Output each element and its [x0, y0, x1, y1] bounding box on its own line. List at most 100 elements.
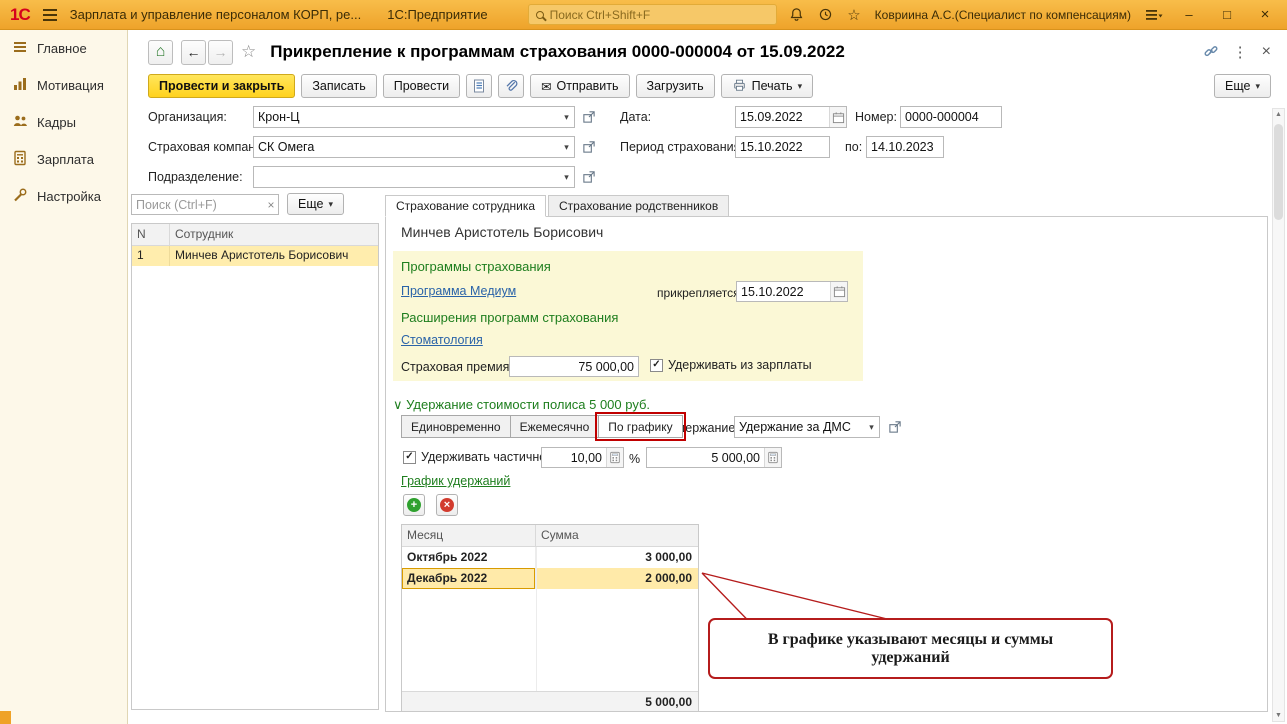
tab-relatives-insurance[interactable]: Страхование родственников — [548, 195, 730, 217]
save-button[interactable]: Записать — [301, 74, 377, 98]
main-menu-icon[interactable] — [42, 8, 58, 22]
chevron-down-icon[interactable]: ▾ — [559, 137, 574, 157]
date-input[interactable] — [736, 110, 829, 124]
calculator-icon[interactable] — [606, 448, 623, 467]
copy-link-icon[interactable] — [1203, 44, 1219, 60]
delete-row-button[interactable]: × — [436, 494, 458, 516]
mode-schedule-button[interactable]: По графику — [595, 412, 686, 441]
column-header-employee[interactable]: Сотрудник — [170, 224, 378, 245]
tab-employee-insurance[interactable]: Страхование сотрудника — [385, 195, 547, 217]
employee-search-field[interactable]: × — [131, 194, 279, 215]
forward-button[interactable]: → — [208, 39, 233, 65]
sidebar-item-main[interactable]: Главное — [0, 30, 127, 67]
post-and-close-button[interactable]: Провести и закрыть — [148, 74, 296, 98]
withhold-from-salary-checkbox[interactable]: ✓ Удерживать из зарплаты — [650, 358, 812, 372]
notifications-bell-icon[interactable] — [789, 7, 804, 22]
global-search[interactable] — [527, 4, 778, 25]
more-menu-icon[interactable]: ⋮ — [1233, 43, 1248, 61]
schedule-link[interactable]: График удержаний — [401, 474, 510, 488]
close-form-icon[interactable]: × — [1262, 43, 1271, 61]
insurer-input[interactable] — [254, 140, 559, 154]
fixed-amount-input[interactable] — [647, 450, 764, 465]
withhold-partially-checkbox[interactable]: ✓ Удерживать частично — [403, 450, 546, 464]
insurer-open-icon[interactable] — [580, 138, 598, 156]
chevron-down-icon[interactable]: ▾ — [864, 417, 879, 437]
sidebar-item-label: Настройка — [37, 189, 101, 204]
date-field[interactable] — [735, 106, 847, 128]
scroll-down-icon[interactable]: ▼ — [1273, 712, 1284, 719]
deduction-open-icon[interactable] — [886, 418, 904, 436]
window-close-button[interactable]: × — [1253, 6, 1277, 23]
column-header-month[interactable]: Месяц — [402, 525, 536, 546]
organization-input[interactable] — [254, 110, 559, 124]
period-to-input[interactable] — [867, 140, 943, 154]
bar-chart-icon — [12, 76, 28, 95]
sidebar-item-motivation[interactable]: Мотивация — [0, 67, 127, 104]
column-header-sum[interactable]: Сумма — [536, 525, 698, 546]
program-link[interactable]: Программа Медиум — [401, 284, 516, 298]
current-user[interactable]: Ковриина А.С.(Специалист по компенсациям… — [875, 8, 1131, 22]
clear-search-icon[interactable]: × — [264, 198, 278, 212]
period-to-field[interactable] — [866, 136, 944, 158]
back-button[interactable]: ← — [181, 39, 206, 65]
global-search-input[interactable] — [549, 7, 770, 22]
scroll-up-icon[interactable]: ▲ — [1273, 111, 1284, 118]
period-from-field[interactable] — [735, 136, 830, 158]
fixed-amount-field[interactable] — [646, 447, 782, 468]
favorite-star-icon[interactable]: ☆ — [241, 42, 256, 62]
window-minimize-button[interactable]: – — [1177, 7, 1201, 22]
number-field[interactable] — [900, 106, 1002, 128]
attachments-paperclip-button[interactable] — [498, 74, 525, 98]
chevron-down-icon[interactable]: ▾ — [559, 107, 574, 127]
department-open-icon[interactable] — [580, 168, 598, 186]
favorites-star-icon[interactable]: ☆ — [847, 6, 860, 24]
send-button[interactable]: ✉ Отправить — [530, 74, 630, 98]
period-from-input[interactable] — [736, 140, 829, 154]
table-row-selected[interactable]: Декабрь 2022 2 000,00 — [402, 568, 698, 589]
panel-toggle-icon[interactable] — [1145, 8, 1163, 22]
deduction-input[interactable] — [735, 420, 864, 434]
mode-monthly-button[interactable]: Ежемесячно — [509, 415, 600, 438]
percent-field[interactable] — [541, 447, 624, 468]
scrollbar-thumb[interactable] — [1274, 124, 1283, 220]
postings-journal-button[interactable] — [466, 74, 493, 98]
column-header-n[interactable]: N — [132, 224, 170, 245]
post-button[interactable]: Провести — [382, 74, 461, 98]
department-field[interactable]: ▾ — [253, 166, 575, 188]
employee-search-input[interactable] — [132, 197, 264, 212]
attach-date-input[interactable] — [737, 284, 830, 299]
table-row[interactable]: Октябрь 2022 3 000,00 — [402, 547, 698, 568]
withholding-section-header[interactable]: ∨ Удержание стоимости полиса 5 000 руб. — [393, 397, 650, 413]
month-cell: Октябрь 2022 — [402, 547, 536, 568]
department-input[interactable] — [254, 170, 559, 184]
calendar-icon[interactable] — [830, 282, 847, 301]
window-maximize-button[interactable]: □ — [1215, 7, 1239, 22]
percent-input[interactable] — [542, 450, 606, 465]
sidebar-item-hr[interactable]: Кадры — [0, 104, 127, 141]
organization-open-icon[interactable] — [580, 108, 598, 126]
extension-link[interactable]: Стоматология — [401, 333, 483, 347]
organization-field[interactable]: ▾ — [253, 106, 575, 128]
insurer-field[interactable]: ▾ — [253, 136, 575, 158]
add-row-button[interactable]: + — [403, 494, 425, 516]
deduction-field[interactable]: ▾ — [734, 416, 880, 438]
vertical-scrollbar[interactable]: ▲ ▼ — [1272, 108, 1285, 722]
print-button[interactable]: Печать ▾ — [720, 74, 814, 98]
number-input[interactable] — [901, 110, 1001, 124]
sidebar-item-settings[interactable]: Настройка — [0, 178, 127, 215]
premium-field[interactable] — [509, 356, 639, 377]
sidebar-item-payroll[interactable]: Зарплата — [0, 141, 127, 178]
calculator-icon[interactable] — [764, 448, 781, 467]
employee-list-more-button[interactable]: Еще ▾ — [287, 193, 344, 215]
history-icon[interactable] — [818, 7, 833, 22]
chevron-down-icon[interactable]: ▾ — [559, 167, 574, 187]
mode-once-button[interactable]: Единовременно — [401, 415, 511, 438]
sidebar-item-label: Зарплата — [37, 152, 94, 167]
table-row[interactable]: 1 Минчев Аристотель Борисович — [132, 246, 378, 266]
home-button[interactable]: ⌂ — [148, 39, 173, 65]
more-button[interactable]: Еще ▾ — [1214, 74, 1271, 98]
load-button[interactable]: Загрузить — [635, 74, 715, 98]
premium-input[interactable] — [510, 359, 638, 374]
attach-date-field[interactable] — [736, 281, 848, 302]
calendar-icon[interactable] — [829, 107, 846, 127]
